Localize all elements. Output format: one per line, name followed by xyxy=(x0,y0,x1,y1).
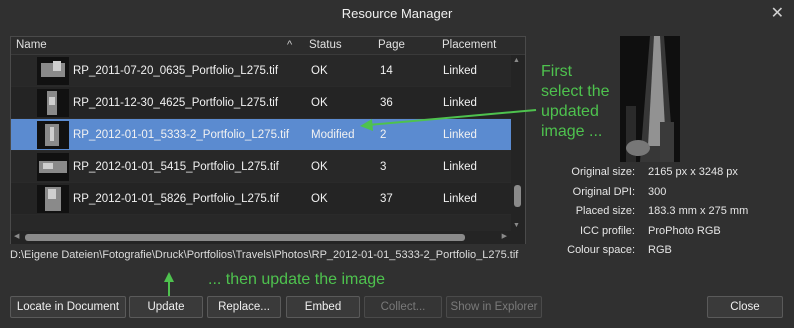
row-page: 14 xyxy=(380,65,393,77)
table-row[interactable]: RP_2012-01-01_5415_Portfolio_L275.tif OK… xyxy=(11,151,511,183)
row-page: 3 xyxy=(380,161,387,173)
image-thumbnail xyxy=(37,89,69,117)
row-name: RP_2011-12-30_4625_Portfolio_L275.tif xyxy=(73,97,279,109)
collect-button[interactable]: Collect... xyxy=(364,296,442,318)
row-name: RP_2012-01-01_5415_Portfolio_L275.tif xyxy=(73,161,279,173)
row-placement: Linked xyxy=(443,65,477,77)
horizontal-scroll-thumb[interactable] xyxy=(25,234,465,241)
original-dpi-label: Original DPI: xyxy=(572,185,635,198)
list-header: Name ^ Status Page Placement xyxy=(11,37,525,55)
placed-size-label: Placed size: xyxy=(575,205,635,217)
row-status: OK xyxy=(311,161,328,173)
image-thumbnail xyxy=(37,153,69,181)
image-thumbnail xyxy=(37,185,69,213)
column-header-name[interactable]: Name xyxy=(16,37,47,54)
row-status: OK xyxy=(311,193,328,205)
close-button[interactable]: Close xyxy=(707,296,783,318)
image-thumbnail xyxy=(37,121,69,149)
row-placement: Linked xyxy=(443,161,477,173)
image-thumbnail xyxy=(37,57,69,85)
column-header-status[interactable]: Status xyxy=(309,37,342,54)
scroll-down-icon[interactable]: ▼ xyxy=(513,222,520,229)
row-status: Modified xyxy=(311,129,355,141)
annotation-arrow-icon xyxy=(360,109,537,131)
icc-profile-label: ICC profile: xyxy=(579,224,635,237)
horizontal-scrollbar[interactable]: ◀ ▶ xyxy=(11,231,525,244)
sort-ascending-icon[interactable]: ^ xyxy=(287,37,292,54)
list-rows: RP_2011-07-20_0635_Portfolio_L275.tif OK… xyxy=(11,55,511,231)
resource-path: D:\Eigene Dateien\Fotografie\Druck\Portf… xyxy=(10,249,519,261)
resource-list[interactable]: Name ^ Status Page Placement RP_2011-07-… xyxy=(10,36,526,244)
scroll-left-icon[interactable]: ◀ xyxy=(14,232,19,240)
vertical-scrollbar[interactable]: ▲ ▼ xyxy=(511,55,525,231)
scroll-up-icon[interactable]: ▲ xyxy=(513,57,520,64)
original-dpi-value: 300 xyxy=(648,185,667,198)
show-in-explorer-button[interactable]: Show in Explorer xyxy=(446,296,542,318)
table-row[interactable]: RP_2011-07-20_0635_Portfolio_L275.tif OK… xyxy=(11,55,511,87)
window-title: Resource Manager xyxy=(341,6,453,21)
row-page: 37 xyxy=(380,193,393,205)
close-icon[interactable]: ✕ xyxy=(771,0,784,28)
update-button[interactable]: Update xyxy=(129,296,203,318)
annotation-first-line-2: select the xyxy=(541,83,610,100)
placed-size-value: 183.3 mm x 275 mm xyxy=(648,205,749,217)
row-name: RP_2012-01-01_5333-2_Portfolio_L275.tif xyxy=(73,129,290,141)
row-name: RP_2011-07-20_0635_Portfolio_L275.tif xyxy=(73,65,279,77)
column-header-placement[interactable]: Placement xyxy=(442,37,496,54)
table-row[interactable] xyxy=(11,215,511,231)
embed-button[interactable]: Embed xyxy=(286,296,360,318)
colour-space-label: Colour space: xyxy=(567,244,635,256)
table-row[interactable]: RP_2012-01-01_5826_Portfolio_L275.tif OK… xyxy=(11,183,511,215)
locate-in-document-button[interactable]: Locate in Document xyxy=(10,296,126,318)
row-status: OK xyxy=(311,65,328,77)
original-size-label: Original size: xyxy=(571,166,635,178)
vertical-scroll-thumb[interactable] xyxy=(514,185,521,207)
colour-space-value: RGB xyxy=(648,244,672,256)
row-status: OK xyxy=(311,97,328,109)
image-preview xyxy=(620,36,680,162)
original-size-value: 2165 px x 3248 px xyxy=(648,166,738,178)
column-header-page[interactable]: Page xyxy=(378,37,405,54)
image-info-panel: Original size: 2165 px x 3248 px Original… xyxy=(560,166,790,264)
icc-profile-value: ProPhoto RGB xyxy=(648,224,721,237)
row-placement: Linked xyxy=(443,193,477,205)
annotation-first-line-1: First xyxy=(541,63,573,80)
row-name: RP_2012-01-01_5826_Portfolio_L275.tif xyxy=(73,193,279,205)
scroll-right-icon[interactable]: ▶ xyxy=(502,232,507,240)
replace-button[interactable]: Replace... xyxy=(207,296,281,318)
annotation-then-update: ... then update the image xyxy=(208,271,386,288)
annotation-first-line-4: image ... xyxy=(541,123,603,140)
